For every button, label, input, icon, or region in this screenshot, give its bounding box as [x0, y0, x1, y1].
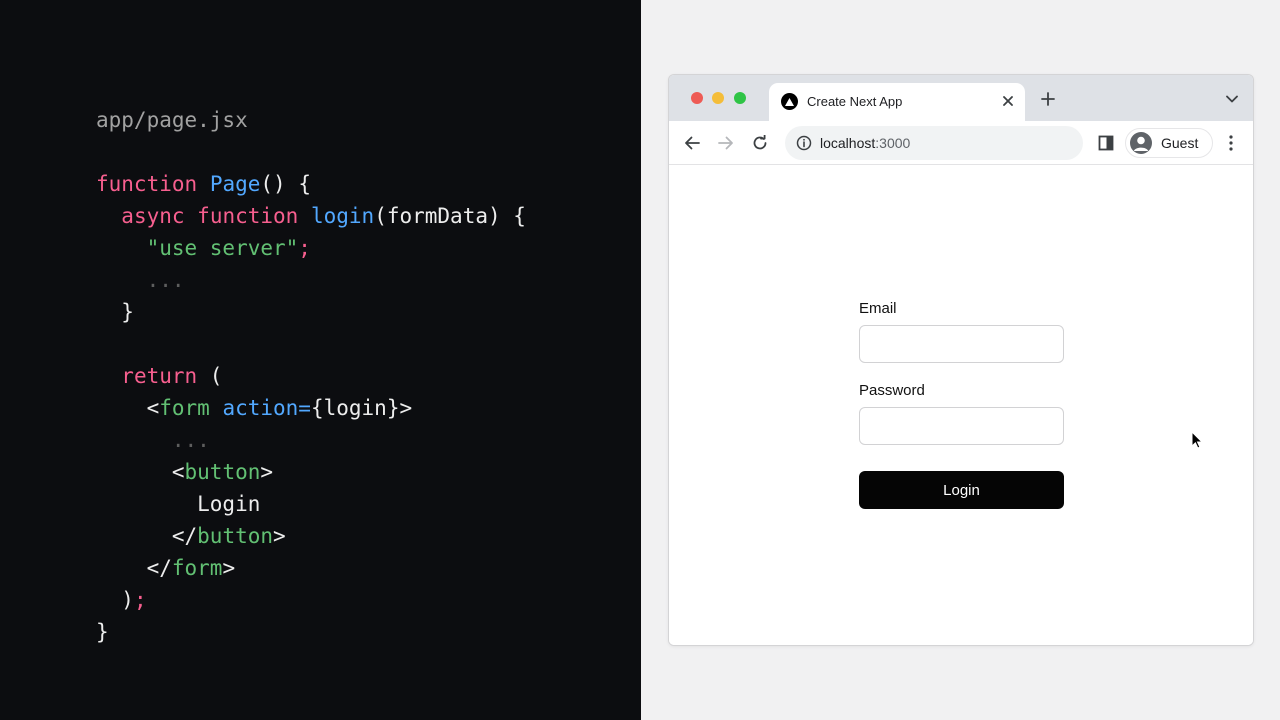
code-line-14: ); — [96, 588, 147, 612]
plus-icon[interactable] — [1039, 90, 1057, 108]
code-filename: app/page.jsx — [96, 108, 248, 132]
profile-button[interactable]: Guest — [1125, 128, 1213, 158]
tab-title: Create Next App — [807, 94, 903, 109]
reload-icon[interactable] — [749, 132, 771, 154]
code-line-3: "use server"; — [146, 236, 311, 260]
code-line-10: <button> — [96, 460, 274, 484]
code-snippet: app/page.jsx function Page() { async fun… — [96, 104, 526, 648]
code-line-9: ... — [171, 428, 210, 452]
page-viewport: Email Password Login — [669, 165, 1253, 645]
code-line-7: return ( — [121, 364, 223, 388]
info-icon[interactable] — [796, 135, 812, 151]
window-minimize-button[interactable] — [712, 92, 724, 104]
login-button[interactable]: Login — [859, 471, 1064, 509]
code-line-2: async function login(formData) { — [121, 204, 526, 228]
window-close-button[interactable] — [691, 92, 703, 104]
url-text: localhost:3000 — [820, 135, 911, 151]
browser-toolbar: localhost:3000 Guest — [669, 121, 1253, 165]
code-line-15: } — [96, 620, 109, 644]
code-line-5: } — [96, 300, 134, 324]
browser-window: Create Next App localhost:3000 Guest Ema… — [668, 74, 1254, 646]
code-line-8: <form action={login}> — [96, 396, 413, 420]
user-avatar-icon — [1130, 132, 1152, 154]
close-icon[interactable] — [999, 92, 1017, 110]
kebab-menu-icon[interactable] — [1223, 133, 1239, 153]
code-panel: app/page.jsx function Page() { async fun… — [0, 0, 641, 720]
password-label: Password — [859, 382, 925, 399]
email-field[interactable] — [859, 325, 1064, 363]
code-line-4: ... — [146, 268, 185, 292]
code-line-12: </button> — [96, 524, 286, 548]
nextjs-logo-icon — [781, 93, 798, 110]
arrow-right-icon[interactable] — [715, 132, 737, 154]
side-panel-icon[interactable] — [1097, 134, 1115, 152]
address-bar[interactable]: localhost:3000 — [785, 126, 1083, 160]
window-zoom-button[interactable] — [734, 92, 746, 104]
email-label: Email — [859, 300, 897, 317]
tab-bar: Create Next App — [669, 75, 1253, 121]
login-form: Email Password Login — [859, 299, 1064, 509]
profile-label: Guest — [1161, 135, 1199, 151]
password-field[interactable] — [859, 407, 1064, 445]
chevron-down-icon[interactable] — [1225, 92, 1239, 106]
tab-create-next-app[interactable]: Create Next App — [769, 83, 1025, 121]
code-line-11: Login — [96, 492, 261, 516]
mouse-pointer-icon — [1191, 430, 1204, 449]
code-line-1: function Page() { — [96, 172, 311, 196]
arrow-left-icon[interactable] — [681, 132, 703, 154]
code-line-13: </form> — [96, 556, 236, 580]
